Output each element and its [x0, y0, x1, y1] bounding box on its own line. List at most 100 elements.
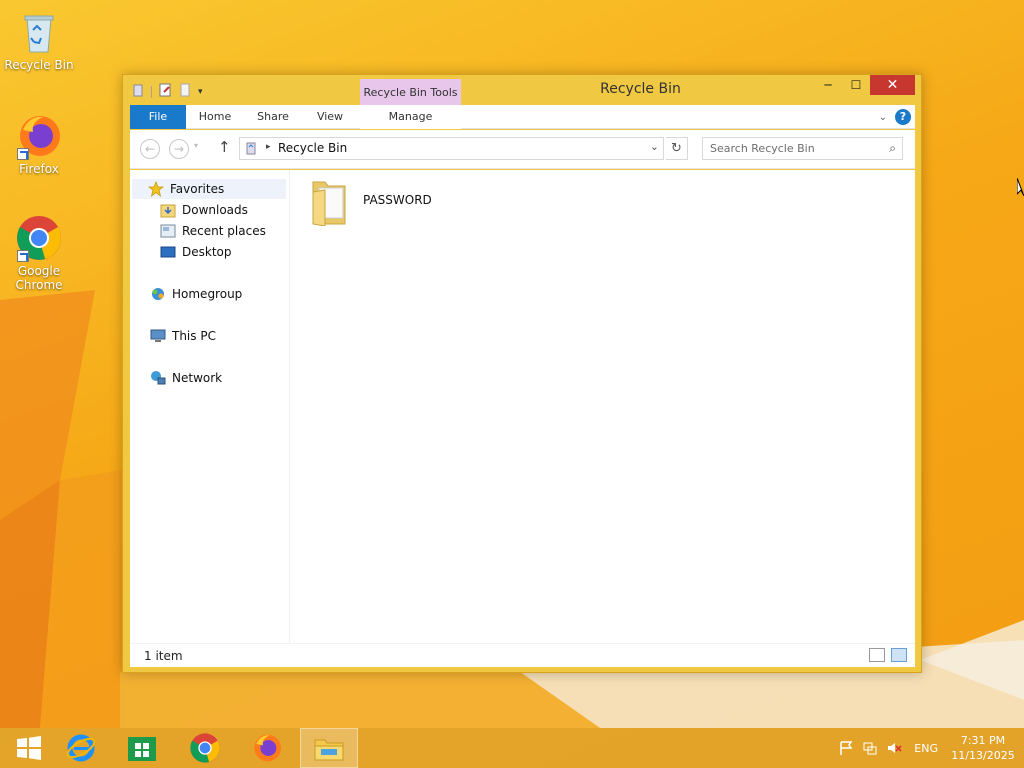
- search-icon[interactable]: ⌕: [889, 141, 896, 156]
- contextual-tab-group-label: Recycle Bin Tools: [360, 79, 461, 105]
- firefox-icon: [15, 112, 63, 160]
- minimize-button[interactable]: ─: [814, 75, 842, 95]
- desktop-icon-google-chrome[interactable]: Google Chrome: [1, 214, 77, 292]
- navigation-pane: Favorites Downloads Recent places Deskto…: [130, 170, 290, 643]
- back-button[interactable]: ←: [140, 139, 160, 159]
- nav-item-label: Homegroup: [172, 287, 243, 301]
- taskbar-internet-explorer[interactable]: [52, 728, 110, 768]
- clock-date: 11/13/2025: [951, 749, 1015, 762]
- expand-ribbon-chevron-icon[interactable]: ⌄: [879, 112, 887, 123]
- content-area: Favorites Downloads Recent places Deskto…: [130, 170, 915, 643]
- up-button[interactable]: ↑: [218, 138, 231, 156]
- navigation-bar: ← → ▾ ↑ ▸ Recycle Bin ⌄ ↻ ⌕: [130, 130, 915, 169]
- shortcut-arrow-icon: [17, 250, 29, 262]
- title-bar[interactable]: ▾ Recycle Bin Tools Recycle Bin ─ ☐ ✕: [123, 75, 921, 105]
- tab-share[interactable]: Share: [248, 105, 298, 129]
- maximize-button[interactable]: ☐: [842, 75, 870, 95]
- help-icon[interactable]: ?: [895, 109, 911, 125]
- breadcrumb-recycle-bin[interactable]: Recycle Bin: [278, 141, 347, 155]
- action-center-flag-icon[interactable]: [838, 740, 854, 756]
- nav-item-desktop[interactable]: Desktop: [160, 242, 232, 262]
- homegroup-icon: [150, 286, 166, 302]
- mouse-cursor-icon: [1016, 177, 1024, 199]
- details-view-icon[interactable]: [869, 648, 885, 662]
- start-icon: [17, 736, 41, 760]
- tab-home[interactable]: Home: [190, 105, 240, 129]
- nav-item-label: Recent places: [182, 224, 266, 238]
- desktop-icon-label: Recycle Bin: [4, 58, 74, 72]
- chrome-icon: [15, 214, 63, 262]
- desktop-icon-firefox[interactable]: Firefox: [1, 112, 77, 176]
- nav-item-favorites[interactable]: Favorites: [132, 179, 286, 199]
- firefox-icon: [254, 734, 281, 762]
- tab-view[interactable]: View: [305, 105, 355, 129]
- status-bar: 1 item: [130, 643, 915, 667]
- nav-item-label: Favorites: [170, 182, 225, 196]
- taskbar-chrome[interactable]: [176, 728, 234, 768]
- recycle-bin-icon: [15, 8, 63, 56]
- system-tray: ENG 7:31 PM 11/13/2025: [834, 728, 1024, 768]
- window-title: Recycle Bin: [600, 81, 681, 97]
- new-folder-icon[interactable]: [178, 83, 192, 100]
- recent-places-icon: [160, 223, 176, 239]
- taskbar: ENG 7:31 PM 11/13/2025: [0, 728, 1024, 768]
- search-box: ⌕: [702, 137, 903, 160]
- desktop-icon: [160, 244, 176, 260]
- tab-manage[interactable]: Manage: [360, 105, 461, 129]
- recent-locations-chevron-icon[interactable]: ▾: [194, 141, 198, 150]
- desktop-icon-label: Google Chrome: [15, 264, 63, 292]
- separator: [151, 85, 152, 98]
- taskbar-file-explorer[interactable]: [300, 728, 358, 768]
- taskbar-firefox[interactable]: [238, 728, 296, 768]
- nav-item-label: Desktop: [182, 245, 232, 259]
- tab-file[interactable]: File: [130, 105, 186, 129]
- nav-item-homegroup[interactable]: Homegroup: [150, 284, 242, 304]
- file-explorer-icon: [314, 739, 344, 761]
- view-toggle: [869, 648, 907, 662]
- refresh-button[interactable]: ↻: [666, 137, 688, 160]
- chrome-icon: [190, 733, 220, 763]
- star-icon: [147, 180, 165, 198]
- recycle-bin-small-icon[interactable]: [131, 83, 145, 100]
- nav-item-network[interactable]: Network: [150, 368, 222, 388]
- address-bar[interactable]: ▸ Recycle Bin ⌄: [239, 137, 664, 160]
- start-button[interactable]: [0, 728, 58, 768]
- nav-item-recent-places[interactable]: Recent places: [160, 221, 266, 241]
- file-list: PASSWORD: [291, 170, 915, 643]
- nav-item-label: Network: [172, 371, 223, 385]
- ribbon-right-controls: ⌄ ?: [879, 109, 911, 125]
- volume-muted-icon[interactable]: [886, 740, 902, 756]
- internet-explorer-icon: [66, 734, 96, 762]
- nav-item-downloads[interactable]: Downloads: [160, 200, 248, 220]
- language-indicator[interactable]: ENG: [914, 742, 938, 755]
- clock[interactable]: 7:31 PM 11/13/2025: [948, 733, 1018, 763]
- store-icon: [128, 737, 156, 761]
- network-tray-icon[interactable]: [862, 740, 878, 756]
- close-button[interactable]: ✕: [870, 75, 915, 95]
- desktop-icon-recycle-bin[interactable]: Recycle Bin: [1, 8, 77, 72]
- clock-time: 7:31 PM: [960, 734, 1006, 747]
- large-icons-view-icon[interactable]: [891, 648, 907, 662]
- file-item-password-folder[interactable]: PASSWORD: [311, 178, 432, 227]
- downloads-icon: [160, 202, 176, 218]
- search-input[interactable]: [703, 138, 873, 159]
- network-icon: [150, 370, 166, 386]
- quick-access-toolbar: ▾: [131, 83, 203, 100]
- customize-toolbar-chevron-icon[interactable]: ▾: [198, 87, 203, 97]
- nav-item-label: Downloads: [182, 203, 248, 217]
- shortcut-arrow-icon: [17, 148, 29, 160]
- item-count: 1 item: [144, 649, 183, 663]
- taskbar-store[interactable]: [113, 728, 171, 768]
- window-controls: ─ ☐ ✕: [814, 75, 915, 95]
- nav-item-this-pc[interactable]: This PC: [150, 326, 216, 346]
- breadcrumb-chevron-icon[interactable]: ▸: [266, 142, 271, 152]
- explorer-window: ▾ Recycle Bin Tools Recycle Bin ─ ☐ ✕ Fi…: [122, 74, 922, 673]
- recycle-bin-small-icon: [244, 141, 258, 158]
- ribbon-tabs: File Home Share View Manage ⌄ ?: [130, 105, 915, 129]
- address-dropdown-chevron-icon[interactable]: ⌄: [650, 140, 659, 153]
- forward-button[interactable]: →: [169, 139, 189, 159]
- properties-icon[interactable]: [158, 83, 172, 100]
- computer-icon: [150, 328, 166, 344]
- desktop-icon-label: Firefox: [19, 162, 59, 176]
- nav-item-label: This PC: [172, 329, 216, 343]
